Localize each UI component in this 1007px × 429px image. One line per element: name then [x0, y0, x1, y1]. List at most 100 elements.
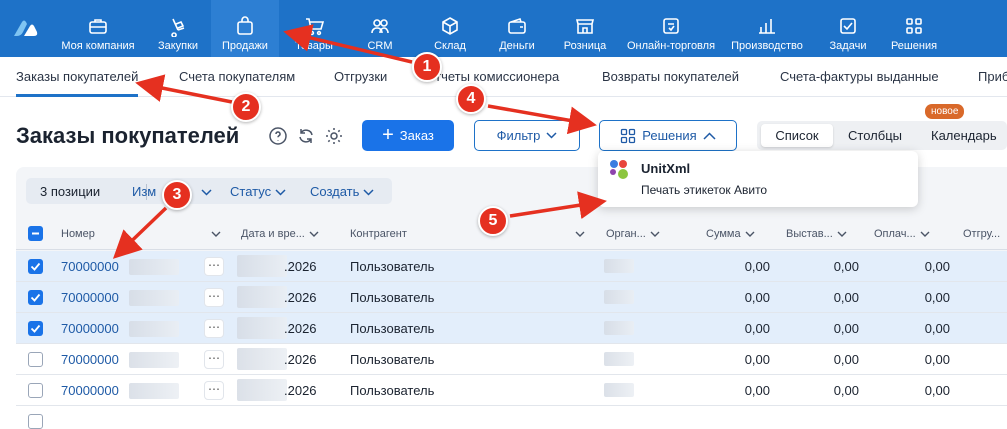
column-header-issued[interactable]: Выстав... — [786, 228, 847, 240]
nav-item-purchases[interactable]: Закупки — [150, 0, 206, 57]
nav-item-solutions[interactable]: Решения — [887, 0, 941, 57]
redacted-area — [604, 259, 634, 273]
column-header-number[interactable]: Номер — [61, 228, 95, 240]
chevron-up-icon — [703, 131, 716, 140]
row-checkbox[interactable] — [28, 290, 43, 305]
counterparty-cell: Пользователь — [350, 290, 435, 305]
annotation-badge-2: 2 — [231, 92, 261, 122]
redacted-area — [237, 348, 287, 370]
subnav-item-shipments[interactable]: Отгрузки — [334, 69, 387, 84]
nav-item-warehouse[interactable]: Склад — [425, 0, 475, 57]
gear-icon[interactable] — [324, 126, 344, 146]
checklist-icon — [840, 18, 856, 34]
row-checkbox[interactable] — [28, 414, 43, 429]
help-icon[interactable] — [268, 126, 288, 146]
redacted-area — [129, 383, 179, 399]
create-button[interactable]: Создать — [310, 184, 374, 199]
table-row[interactable]: 70000000 ⋯ .2026 Пользователь 0,00 0,00 … — [16, 344, 1007, 375]
order-number-link[interactable]: 70000000 — [61, 259, 119, 274]
sum-cell: 0,00 — [744, 321, 770, 336]
app-logo-dot — [610, 169, 616, 175]
view-columns-option[interactable]: Столбцы — [839, 124, 911, 147]
bulk-action-bar: 3 позиции Изм Статус Создать — [26, 178, 392, 204]
solutions-dropdown: UnitXml Печать этикеток Авито — [598, 151, 918, 207]
more-actions-button[interactable]: ⋯ — [204, 288, 224, 307]
view-switcher: Список Столбцы Календарь — [757, 121, 1007, 150]
issued-cell: 0,00 — [833, 321, 859, 336]
subnav-item-invoices[interactable]: Счета покупателям — [179, 69, 295, 84]
nav-label: Розница — [563, 40, 607, 52]
table-row[interactable]: 70000000 ⋯ .2026 Пользователь 0,00 0,00 … — [16, 282, 1007, 313]
nav-item-money[interactable]: Деньги — [492, 0, 542, 57]
solutions-label: Решения — [642, 128, 697, 143]
column-header-counterparty[interactable]: Контрагент — [350, 228, 407, 240]
row-checkbox[interactable] — [28, 352, 43, 367]
subnav-item-profit[interactable]: Приб — [978, 69, 1007, 84]
order-number-link[interactable]: 70000000 — [61, 352, 119, 367]
order-number-link[interactable]: 70000000 — [61, 383, 119, 398]
column-header-sum[interactable]: Сумма — [706, 228, 755, 240]
column-number-chevron-icon[interactable] — [207, 228, 221, 240]
sum-cell: 0,00 — [744, 383, 770, 398]
order-number-link[interactable]: 70000000 — [61, 290, 119, 305]
refresh-icon[interactable] — [296, 126, 316, 146]
solutions-button[interactable]: Решения — [599, 120, 737, 151]
table-row[interactable]: 70000000 ⋯ .2026 Пользователь 0,00 0,00 … — [16, 375, 1007, 406]
nav-item-sales[interactable]: Продажи — [211, 0, 279, 57]
date-cell: .2026 — [284, 321, 317, 336]
table-row[interactable] — [16, 406, 1007, 429]
change-button[interactable]: Изм — [132, 184, 156, 199]
column-counterparty-chevron-icon[interactable] — [571, 228, 585, 240]
row-checkbox[interactable] — [28, 321, 43, 336]
nav-label: Закупки — [157, 40, 199, 52]
subnav-item-commission-reports[interactable]: Отчеты комиссионера — [425, 69, 559, 84]
view-calendar-option[interactable]: Календарь — [921, 124, 1007, 147]
grid-apps-icon — [906, 18, 922, 34]
change-chevron-icon[interactable] — [201, 184, 212, 199]
row-checkbox[interactable] — [28, 259, 43, 274]
paid-cell: 0,00 — [924, 290, 950, 305]
more-actions-button[interactable]: ⋯ — [204, 350, 224, 369]
date-cell: .2026 — [284, 352, 317, 367]
column-label: Контрагент — [350, 228, 407, 240]
order-number-link[interactable]: 70000000 — [61, 321, 119, 336]
nav-item-production[interactable]: Производство — [728, 0, 806, 57]
filter-button[interactable]: Фильтр — [474, 120, 580, 151]
nav-item-online-trade[interactable]: Онлайн-торговля — [624, 0, 718, 57]
select-all-checkbox[interactable] — [28, 226, 43, 241]
view-list-option[interactable]: Список — [761, 124, 833, 147]
redacted-area — [604, 352, 634, 366]
row-checkbox[interactable] — [28, 383, 43, 398]
status-label: Статус — [230, 184, 272, 199]
nav-item-my-company[interactable]: Моя компания — [58, 0, 138, 57]
column-header-paid[interactable]: Оплач... — [874, 228, 930, 240]
box-icon — [442, 17, 458, 35]
nav-label: Деньги — [499, 40, 535, 52]
table-row[interactable]: 70000000 ⋯ .2026 Пользователь 0,00 0,00 … — [16, 313, 1007, 344]
logo-icon[interactable] — [12, 18, 38, 38]
cart-dolly-icon — [171, 18, 185, 37]
add-order-button[interactable]: + Заказ — [362, 120, 454, 151]
column-label: Выстав... — [786, 228, 833, 240]
subnav-item-returns[interactable]: Возвраты покупателей — [602, 69, 739, 84]
column-header-organization[interactable]: Орган... — [606, 228, 660, 240]
subnav-item-tax-invoices[interactable]: Счета-фактуры выданные — [780, 69, 939, 84]
more-actions-button[interactable]: ⋯ — [204, 381, 224, 400]
more-actions-button[interactable]: ⋯ — [204, 319, 224, 338]
nav-item-retail[interactable]: Розница — [557, 0, 613, 57]
nav-label: Товары — [295, 40, 333, 52]
column-header-shipped[interactable]: Отгру... — [963, 228, 1000, 240]
paid-cell: 0,00 — [924, 259, 950, 274]
nav-item-tasks[interactable]: Задачи — [823, 0, 873, 57]
subnav-item-orders[interactable]: Заказы покупателей — [16, 69, 138, 84]
print-avito-labels-item[interactable]: Печать этикеток Авито — [641, 183, 767, 197]
table-row[interactable]: 70000000 ⋯ .2026 Пользователь 0,00 0,00 … — [16, 251, 1007, 282]
date-cell: .2026 — [284, 259, 317, 274]
redacted-area — [129, 290, 179, 306]
bar-chart-icon — [759, 19, 775, 34]
column-header-date[interactable]: Дата и вре... — [241, 228, 319, 240]
more-actions-button[interactable]: ⋯ — [204, 257, 224, 276]
nav-item-crm[interactable]: CRM — [355, 0, 405, 57]
status-button[interactable]: Статус — [230, 184, 286, 199]
nav-item-products[interactable]: Товары — [289, 0, 339, 57]
